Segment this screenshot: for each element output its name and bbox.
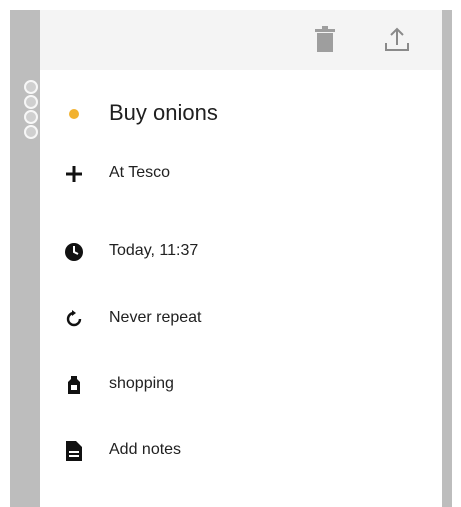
task-title[interactable]: Buy onions: [109, 100, 218, 126]
delete-button[interactable]: [308, 22, 342, 56]
notes-row[interactable]: Add notes: [40, 429, 442, 473]
location-row[interactable]: At Tesco: [40, 152, 442, 196]
tag-row[interactable]: shopping: [40, 363, 442, 407]
binder-rings: [24, 80, 38, 140]
trash-icon: [315, 26, 335, 52]
binder-ring: [24, 125, 38, 139]
priority-dot: [62, 102, 86, 126]
share-upload-icon: [385, 27, 409, 51]
plus-icon: [62, 162, 86, 186]
add-notes-label: Add notes: [109, 441, 182, 458]
binder-ring: [24, 110, 38, 124]
tag-label: shopping: [109, 375, 174, 392]
toolbar: [40, 10, 442, 70]
due-date-label: Today, 11:37: [109, 242, 199, 259]
location-label: At Tesco: [109, 164, 171, 181]
binder-ring: [24, 95, 38, 109]
share-button[interactable]: [380, 22, 414, 56]
repeat-label: Never repeat: [109, 309, 202, 326]
task-title-row[interactable]: Buy onions: [40, 92, 442, 136]
repeat-row[interactable]: Never repeat: [40, 297, 442, 341]
clock-icon: [62, 240, 86, 264]
tag-icon: [62, 373, 86, 397]
notebook-binding: [10, 10, 40, 507]
binder-ring: [24, 80, 38, 94]
due-date-row[interactable]: Today, 11:37: [40, 230, 442, 274]
note-icon: [62, 439, 86, 463]
frame-edge: [442, 10, 452, 507]
task-detail-card: Buy onions At Tesco Today, 11:37 Never r…: [40, 10, 442, 507]
repeat-icon: [62, 307, 86, 331]
